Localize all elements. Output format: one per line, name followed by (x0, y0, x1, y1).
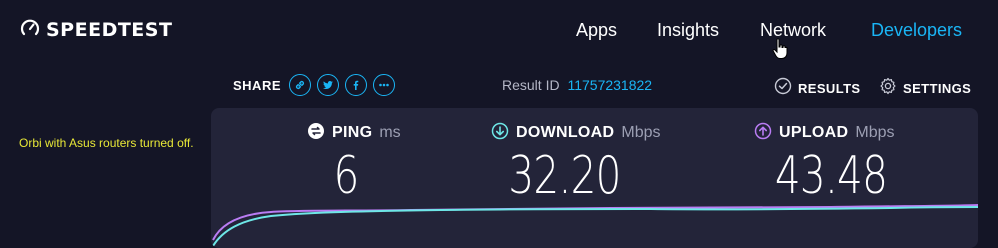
upload-name: UPLOAD (779, 124, 849, 141)
share-label: SHARE (233, 77, 282, 93)
ping-unit: ms (379, 124, 401, 141)
nav-developers[interactable]: Developers (871, 20, 962, 41)
upload-speed-line (212, 204, 978, 241)
more-icon[interactable] (373, 74, 396, 96)
hand-cursor-icon (772, 38, 788, 64)
download-unit: Mbps (621, 124, 661, 141)
ping-icon (307, 122, 325, 144)
nav-insights[interactable]: Insights (657, 20, 719, 41)
download-name: DOWNLOAD (516, 124, 615, 141)
results-panel: PING ms 6 DOWNLOAD Mbps 32.20 UPLOAD Mbp… (211, 108, 978, 248)
download-speed-line (212, 206, 978, 247)
upload-arrow-icon (754, 122, 772, 144)
upload-value: 43.48 (774, 146, 888, 206)
results-button[interactable]: RESULTS (774, 77, 861, 99)
ping-value: 6 (333, 146, 359, 206)
nav-network[interactable]: Network (760, 20, 826, 41)
settings-button[interactable]: SETTINGS (879, 77, 971, 99)
speed-graph (212, 204, 978, 247)
facebook-icon[interactable] (345, 74, 368, 96)
result-id-link[interactable]: 11757231822 (567, 77, 652, 93)
link-icon[interactable] (289, 74, 312, 96)
settings-label: SETTINGS (903, 80, 972, 96)
results-label: RESULTS (798, 80, 861, 96)
result-note: Orbi with Asus routers turned off. (19, 136, 194, 150)
ping-header: PING ms (307, 122, 401, 144)
check-circle-icon (774, 77, 792, 99)
nav-apps[interactable]: Apps (576, 20, 617, 41)
download-header: DOWNLOAD Mbps (491, 122, 661, 144)
download-arrow-icon (491, 122, 509, 144)
ping-metric: PING ms (307, 122, 401, 144)
download-metric: DOWNLOAD Mbps (491, 122, 661, 144)
upload-header: UPLOAD Mbps (754, 122, 894, 144)
download-value: 32.20 (508, 146, 621, 206)
main-nav: Apps Insights Network Developers (0, 20, 998, 44)
upload-metric: UPLOAD Mbps (754, 122, 894, 144)
upload-unit: Mbps (855, 124, 895, 141)
ping-name: PING (332, 124, 373, 141)
gear-icon (879, 77, 897, 99)
share-bar: SHARE (233, 74, 396, 96)
twitter-icon[interactable] (317, 74, 340, 96)
result-id-label: Result ID (502, 77, 560, 93)
result-id-row: Result ID 11757231822 (502, 77, 652, 93)
